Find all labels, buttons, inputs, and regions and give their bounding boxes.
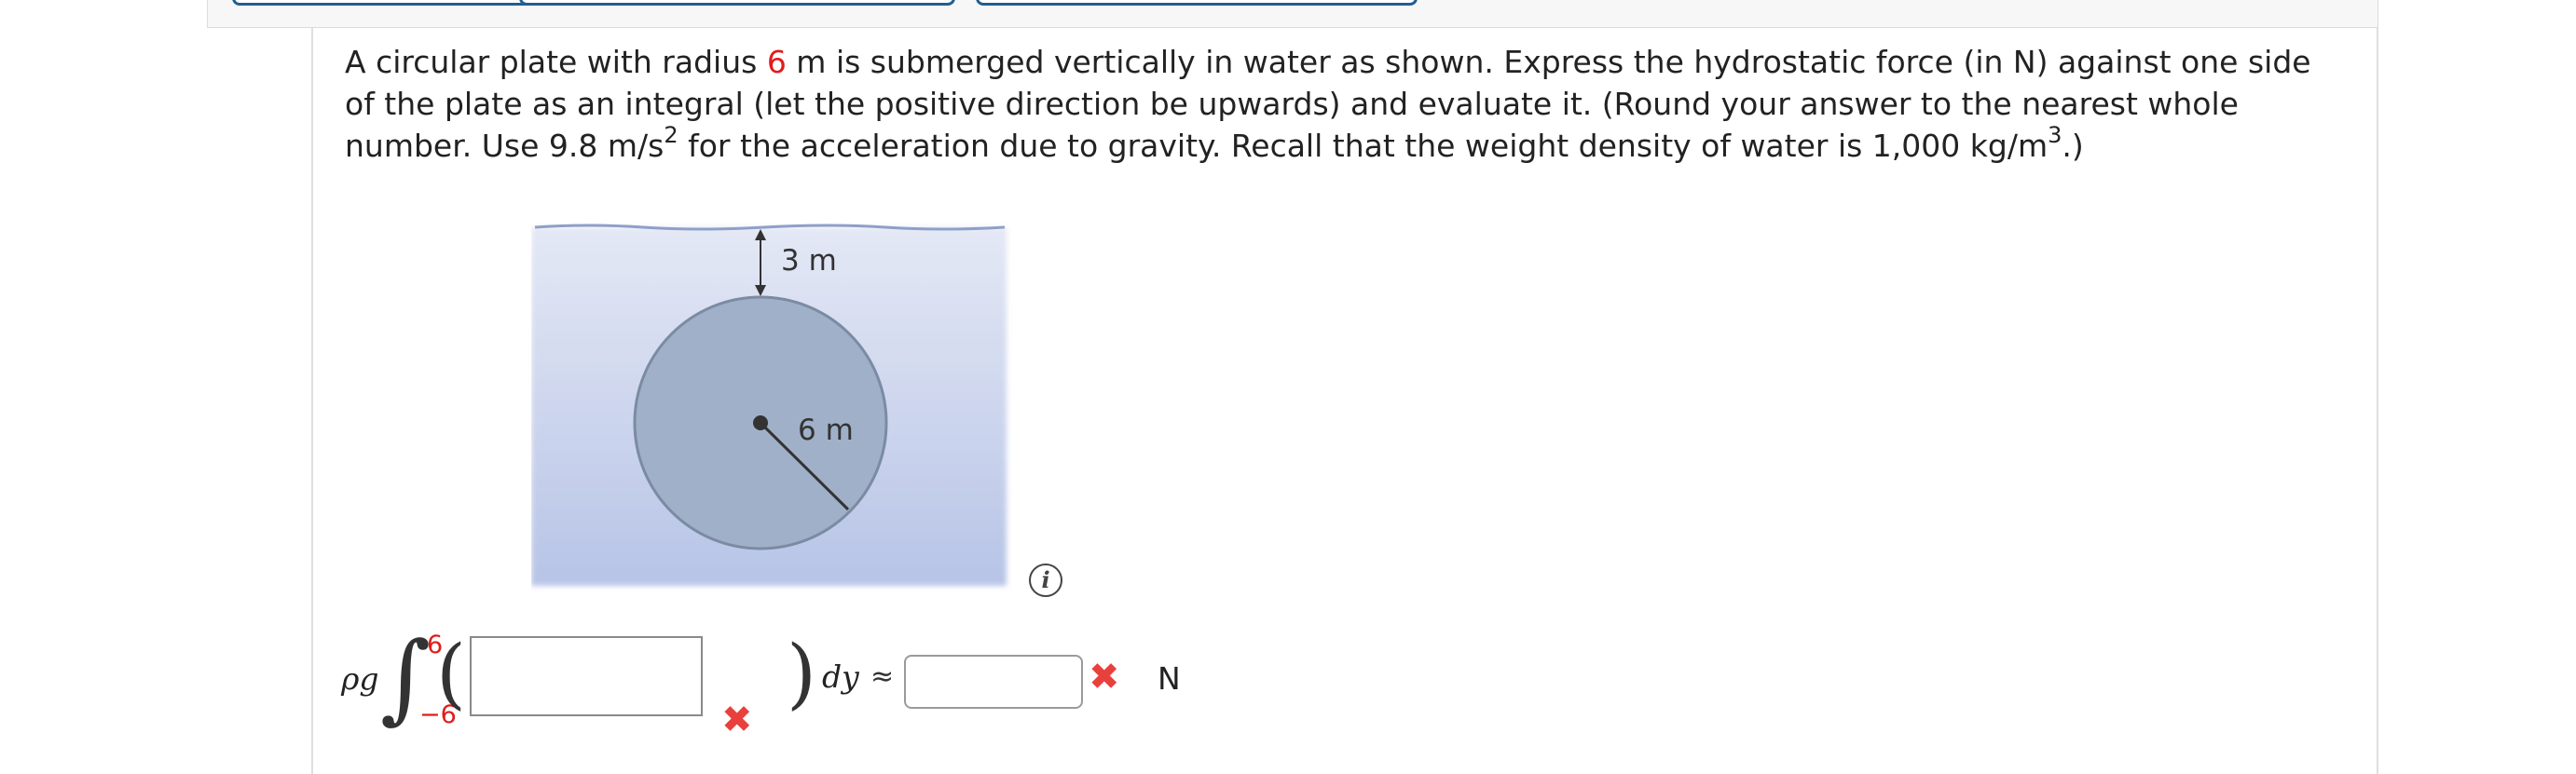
question-text-part: for the acceleration due to gravity. Rec… (678, 128, 2048, 164)
top-toolbar (207, 0, 2378, 28)
approx-sign: ≈ (870, 660, 895, 693)
exponent-3: 3 (2048, 122, 2062, 148)
dy-label: dy (822, 659, 859, 695)
submerged-plate-figure: 3 m 6 m (531, 224, 1007, 586)
left-paren: ( (436, 630, 466, 718)
toolbar-button-3[interactable] (976, 0, 1418, 6)
question-text-part: .) (2062, 128, 2084, 164)
given-radius: 6 (766, 44, 787, 80)
right-paren: ) (787, 630, 816, 718)
toolbar-button-2[interactable] (519, 0, 955, 6)
incorrect-icon: ✖ (721, 699, 753, 741)
rho-g-label: ρg (341, 660, 379, 697)
question-text: A circular plate with radius 6 m is subm… (345, 41, 2339, 167)
unit-label: N (1158, 660, 1181, 697)
radius-label: 6 m (798, 414, 854, 447)
force-result-input[interactable] (904, 655, 1083, 709)
answer-row: ρg ∫ 6 −6 ( ✖ ) dy ≈ ✖ N (341, 629, 1273, 740)
info-icon[interactable]: i (1029, 564, 1062, 597)
integrand-input[interactable] (470, 636, 703, 716)
exponent-2: 2 (664, 122, 678, 148)
plate-center (753, 415, 768, 430)
toolbar-button-1[interactable] (232, 0, 534, 6)
incorrect-icon: ✖ (1089, 656, 1120, 699)
question-text-part: A circular plate with radius (345, 44, 767, 80)
depth-label: 3 m (781, 244, 837, 278)
